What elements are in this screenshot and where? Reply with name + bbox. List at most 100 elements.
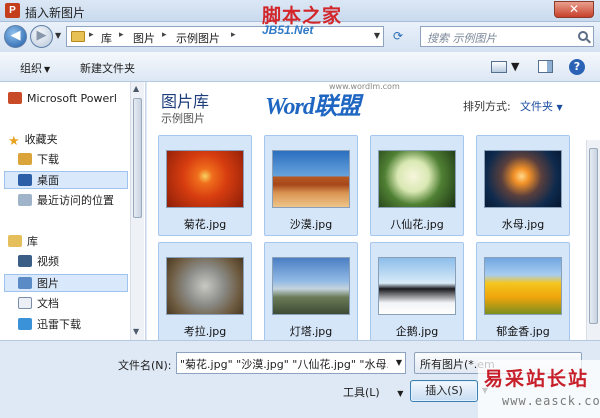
nav-item-desktop[interactable]: 桌面: [4, 171, 128, 189]
search-placeholder: 搜索 示例图片: [427, 32, 497, 45]
file-tile-koala[interactable]: 考拉.jpg: [158, 242, 252, 343]
powerpoint-app-icon: P: [5, 3, 20, 18]
xunlei-icon: [18, 318, 32, 330]
search-icon: [578, 31, 588, 41]
documents-icon: [18, 297, 32, 309]
organize-menu[interactable]: 组织 ▼: [20, 60, 50, 76]
insert-button[interactable]: 插入(S): [410, 380, 478, 402]
file-tile-penguins[interactable]: 企鹅.jpg: [370, 242, 464, 343]
library-subtitle: 示例图片: [161, 112, 205, 125]
filename-history-chevron-icon[interactable]: ▼: [396, 358, 402, 367]
nav-item-microsoft-powerpoint[interactable]: Microsoft Powerl: [8, 90, 117, 108]
filename-input[interactable]: "菊花.jpg" "沙漠.jpg" "八仙花.jpg" "水母.jpg" ▼: [176, 352, 406, 374]
desert-thumbnail: [272, 150, 350, 208]
window-title: 插入新图片: [25, 6, 86, 20]
file-name: 郁金香.jpg: [496, 325, 550, 338]
tools-menu[interactable]: 工具(L) ▼: [343, 384, 403, 400]
pictures-icon: [18, 277, 32, 289]
search-input[interactable]: 搜索 示例图片: [420, 26, 594, 47]
nav-item-label: 文档: [37, 297, 59, 310]
nav-item-xunlei-downloads[interactable]: 迅雷下载: [18, 316, 81, 334]
nav-item-label: 桌面: [37, 174, 59, 187]
nav-item-pictures[interactable]: 图片: [4, 274, 128, 292]
breadcrumb-pictures[interactable]: 图片: [133, 30, 155, 46]
file-tile-chrysanthemum[interactable]: 菊花.jpg: [158, 135, 252, 236]
arrange-by-label: 排列方式:: [463, 100, 511, 113]
file-tile-lighthouse[interactable]: 灯塔.jpg: [264, 242, 358, 343]
library-title: 图片库: [161, 92, 210, 111]
view-options-chevron-icon[interactable]: ▼: [511, 60, 519, 73]
file-name: 水母.jpg: [501, 218, 545, 231]
koala-thumbnail: [166, 257, 244, 315]
download-folder-icon: [18, 153, 32, 165]
back-button[interactable]: ◀: [4, 25, 27, 48]
nav-item-libraries[interactable]: 库: [8, 233, 38, 251]
recent-places-icon: [18, 194, 32, 206]
hydrangeas-thumbnail: [378, 150, 456, 208]
folder-icon: [71, 31, 85, 42]
navigation-scrollbar-thumb[interactable]: [133, 98, 142, 218]
easck-watermark-url: www.easck.com: [502, 394, 600, 408]
jb51-watermark: 脚本之家 JB51.Net: [262, 1, 372, 39]
nav-item-recent-places[interactable]: 最近访问的位置: [18, 192, 114, 210]
nav-item-label: 图片: [37, 277, 59, 290]
navigation-pane: Microsoft Powerl ★ 收藏夹 下载 桌面 最近访问的位置 库 视频…: [0, 82, 146, 340]
nav-item-label: 视频: [37, 255, 59, 268]
wordlm-watermark: Word联盟 www.wordlm.com: [265, 82, 415, 120]
file-name: 考拉.jpg: [183, 325, 227, 338]
breadcrumb-separator-icon[interactable]: ▸: [119, 30, 124, 40]
new-folder-button[interactable]: 新建文件夹: [80, 60, 135, 76]
file-tile-desert[interactable]: 沙漠.jpg: [264, 135, 358, 236]
file-tile-jellyfish[interactable]: 水母.jpg: [476, 135, 570, 236]
nav-item-label: 最近访问的位置: [37, 194, 114, 207]
powerpoint-icon: [8, 92, 22, 104]
star-icon: ★: [8, 134, 20, 149]
jellyfish-thumbnail: [484, 150, 562, 208]
address-history-chevron-icon[interactable]: ▼: [374, 31, 380, 40]
nav-item-videos[interactable]: 视频: [18, 253, 59, 271]
file-name: 八仙花.jpg: [390, 218, 444, 231]
help-icon[interactable]: ?: [569, 59, 585, 75]
recent-pages-chevron-icon[interactable]: ▼: [55, 31, 61, 40]
refresh-icon: ⟳: [392, 29, 404, 43]
scroll-up-arrow-icon[interactable]: ▲: [133, 84, 139, 93]
file-list-scrollbar-thumb[interactable]: [589, 148, 598, 324]
nav-item-favorites[interactable]: ★ 收藏夹: [8, 131, 58, 149]
file-tile-hydrangeas[interactable]: 八仙花.jpg: [370, 135, 464, 236]
file-name: 菊花.jpg: [183, 218, 227, 231]
file-tile-tulips[interactable]: 郁金香.jpg: [476, 242, 570, 343]
navigation-scrollbar[interactable]: ▲ ▼: [130, 82, 144, 340]
file-name: 灯塔.jpg: [289, 325, 333, 338]
wordlm-watermark-url: www.wordlm.com: [329, 82, 400, 91]
nav-item-documents[interactable]: 文档: [18, 295, 59, 313]
forward-button[interactable]: ▶: [30, 25, 53, 48]
file-list-scrollbar[interactable]: [586, 140, 600, 340]
chevron-down-icon: ▼: [397, 389, 404, 398]
desktop-icon: [18, 174, 32, 186]
change-view-icon[interactable]: [491, 61, 507, 73]
nav-item-label: 迅雷下载: [37, 318, 81, 331]
breadcrumb-separator-icon[interactable]: ▸: [162, 30, 167, 40]
tools-label: 工具(L): [343, 386, 380, 399]
refresh-button[interactable]: ⟳: [388, 27, 408, 46]
arrange-by-dropdown[interactable]: 文件夹 ▼: [520, 98, 563, 114]
preview-pane-icon[interactable]: [538, 60, 553, 73]
scroll-down-arrow-icon[interactable]: ▼: [133, 327, 139, 336]
video-icon: [18, 255, 32, 267]
jb51-watermark-sub: JB51.Net: [262, 23, 314, 37]
tulips-thumbnail: [484, 257, 562, 315]
chevron-down-icon: ▼: [556, 103, 563, 112]
file-list-pane: 图片库 示例图片 Word联盟 www.wordlm.com 排列方式: 文件夹…: [147, 82, 600, 343]
nav-item-label: 库: [27, 235, 38, 248]
close-button[interactable]: ✕: [554, 1, 594, 18]
back-arrow-icon: ◀: [10, 28, 21, 43]
breadcrumb-separator-icon[interactable]: ▸: [231, 30, 236, 40]
lighthouse-thumbnail: [272, 257, 350, 315]
nav-item-downloads[interactable]: 下载: [18, 151, 59, 169]
forward-arrow-icon: ▶: [36, 28, 47, 43]
breadcrumb-separator-icon[interactable]: ▸: [89, 30, 94, 40]
easck-watermark: 易采站长站 www.easck.com: [478, 360, 600, 418]
breadcrumb-library[interactable]: 库: [101, 30, 112, 46]
file-name: 企鹅.jpg: [395, 325, 439, 338]
breadcrumb-sample-pictures[interactable]: 示例图片: [176, 30, 220, 46]
